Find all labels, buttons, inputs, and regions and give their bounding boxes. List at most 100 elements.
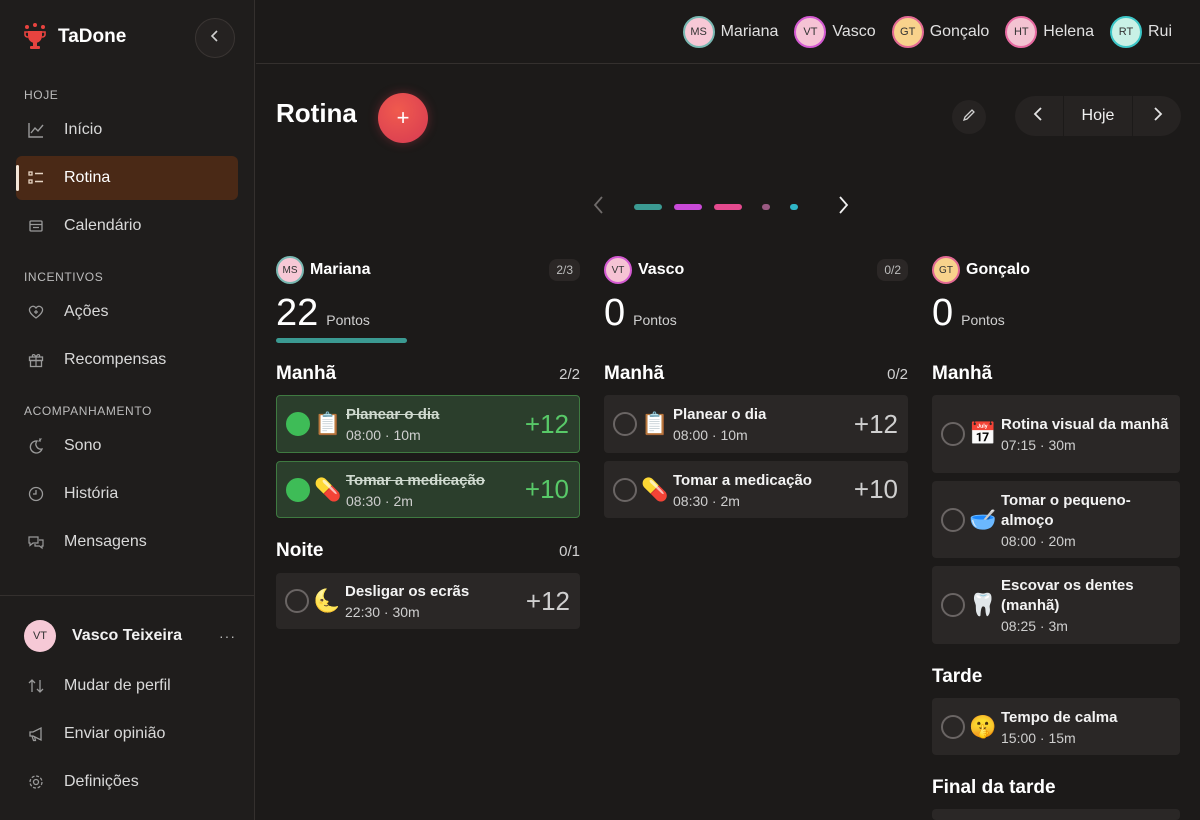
sidebar-item-historia[interactable]: História <box>16 472 238 516</box>
pager-dot-5[interactable] <box>790 204 798 210</box>
pencil-icon <box>961 107 977 128</box>
completion-count: 0/2 <box>877 259 908 281</box>
section-title-acompanhamento: ACOMPANHAMENTO <box>24 404 152 418</box>
task-info: Tomar o pequeno-almoço 08:00 · 20m <box>1001 491 1180 549</box>
sidebar-item-sono[interactable]: Sono <box>16 424 238 468</box>
progress-fill <box>276 338 407 343</box>
avatar: RT <box>1109 16 1142 48</box>
task-checkbox[interactable] <box>613 477 637 502</box>
task-points: +12 <box>525 585 570 616</box>
column-header: GT Gonçalo <box>932 256 1180 284</box>
member-column-goncalo: GT Gonçalo 0 Pontos <box>932 256 1180 334</box>
pager-dot-1[interactable] <box>634 204 662 210</box>
sidebar-item-inicio[interactable]: Início <box>16 108 238 152</box>
add-routine-button[interactable]: + <box>378 93 428 143</box>
pager-next-button[interactable] <box>832 195 854 219</box>
task-card[interactable]: 📋 Planear o dia 08:00 · 10m +12 <box>604 395 908 453</box>
member-goncalo[interactable]: GT Gonçalo <box>891 16 989 48</box>
pager-dot-2[interactable] <box>674 204 702 210</box>
switch-profile-button[interactable]: Mudar de perfil <box>16 664 238 708</box>
task-checkbox[interactable] <box>941 507 965 532</box>
task-card[interactable]: 🤫 Tempo de calma 15:00 · 15m <box>932 698 1180 755</box>
sidebar-item-rotina[interactable]: Rotina <box>16 156 238 200</box>
sidebar-item-label: Ações <box>64 303 109 320</box>
sidebar-item-acoes[interactable]: Ações <box>16 290 238 334</box>
task-checkbox[interactable] <box>941 714 965 739</box>
task-name: Planear o dia <box>673 406 767 423</box>
previous-day-button[interactable] <box>1015 96 1063 136</box>
task-card[interactable]: 🦷 Escovar os dentes (manhã) 08:25 · 3m <box>932 566 1180 644</box>
member-helena[interactable]: HT Helena <box>1005 16 1094 48</box>
task-checkbox[interactable] <box>613 412 637 436</box>
more-options-button[interactable]: ··· <box>219 628 236 644</box>
task-card[interactable]: 💊 Tomar a medicação 08:30 · 2m +10 <box>604 461 908 518</box>
chevron-right-icon <box>1150 106 1164 127</box>
chevron-right-icon <box>837 195 849 220</box>
task-card[interactable]: 💊 Tomar a medicação 08:30 · 2m +10 <box>276 461 580 518</box>
sidebar-item-label: Rotina <box>64 169 111 186</box>
task-checkbox[interactable] <box>285 589 309 613</box>
task-time: 08:30 · 2m <box>673 492 740 509</box>
send-feedback-button[interactable]: Enviar opinião <box>16 712 238 756</box>
task-checkbox[interactable] <box>286 477 310 502</box>
section-manha: Manhã 0/2 <box>604 363 908 385</box>
task-name: Escovar os dentes (manhã) <box>1001 577 1134 614</box>
points: 0 Pontos <box>604 292 908 334</box>
sidebar-item-label: Recompensas <box>64 351 167 368</box>
task-info: Escovar os dentes (manhã) 08:25 · 3m <box>1001 576 1180 634</box>
column-header: MS Mariana 2/3 <box>276 256 580 284</box>
task-card[interactable]: 📋 Planear o dia 08:00 · 10m +12 <box>276 395 580 453</box>
settings-button[interactable]: Definições <box>16 760 238 804</box>
task-card[interactable]: 🌜 Desligar os ecrãs 22:30 · 30m +12 <box>276 573 580 629</box>
brand[interactable]: TaDone <box>22 22 126 52</box>
pager-previous-button[interactable] <box>588 195 610 219</box>
member-vasco[interactable]: VT Vasco <box>794 16 876 48</box>
pager-dot-3[interactable] <box>714 204 742 210</box>
collapse-sidebar-button[interactable] <box>195 18 235 58</box>
pager-dot-4[interactable] <box>762 204 770 210</box>
avatar: VT <box>24 620 56 652</box>
current-user[interactable]: VT Vasco Teixeira ··· <box>24 620 236 652</box>
clipboard-icon: 📋 <box>314 411 342 436</box>
next-day-button[interactable] <box>1133 96 1181 136</box>
sidebar-divider <box>0 595 255 596</box>
page-title: Rotina <box>276 98 357 128</box>
sidebar-item-label: Mensagens <box>64 533 147 550</box>
sidebar-item-label: Sono <box>64 437 102 454</box>
shushing-face-icon: 🤫 <box>969 713 997 739</box>
member-mariana[interactable]: MS Mariana <box>682 16 778 48</box>
app-name: TaDone <box>58 26 127 47</box>
task-checkbox[interactable] <box>286 412 310 436</box>
clock-icon <box>26 484 46 504</box>
task-card[interactable] <box>932 809 1180 820</box>
task-checkbox[interactable] <box>941 422 965 446</box>
task-card[interactable]: 🥣 Tomar o pequeno-almoço 08:00 · 20m <box>932 481 1180 558</box>
member-rui[interactable]: RT Rui <box>1109 16 1172 48</box>
avatar: VT <box>794 16 827 48</box>
task-name: Desligar os ecrãs <box>345 583 470 600</box>
task-card[interactable]: 📅 Rotina visual da manhã 07:15 · 30m <box>932 395 1180 473</box>
avatar: VT <box>604 256 632 284</box>
task-name: Tomar a medicação <box>673 471 812 489</box>
edit-button[interactable] <box>952 100 986 134</box>
section-count: 0/2 <box>887 365 908 383</box>
sidebar-item-calendario[interactable]: Calendário <box>16 204 238 248</box>
moon-icon: 🌜 <box>313 588 341 613</box>
member-name: Mariana <box>310 261 371 278</box>
sidebar-item-mensagens[interactable]: Mensagens <box>16 520 238 564</box>
pill-icon: 💊 <box>314 476 342 502</box>
section-title: Manhã <box>604 363 665 384</box>
gear-icon <box>26 772 46 792</box>
task-checkbox[interactable] <box>941 593 965 617</box>
today-button[interactable]: Hoje <box>1063 96 1133 136</box>
column-header: VT Vasco 0/2 <box>604 256 908 284</box>
task-info: Rotina visual da manhã 07:15 · 30m <box>1001 415 1180 453</box>
sidebar-item-recompensas[interactable]: Recompensas <box>16 338 238 382</box>
points: 22 Pontos <box>276 292 580 334</box>
task-time: 08:00 · 20m <box>1001 532 1076 549</box>
points-value: 0 <box>932 292 954 334</box>
chevron-left-icon <box>593 195 605 220</box>
avatar: GT <box>891 16 924 48</box>
points-value: 22 <box>276 292 319 334</box>
task-time: 08:25 · 3m <box>1001 618 1068 634</box>
